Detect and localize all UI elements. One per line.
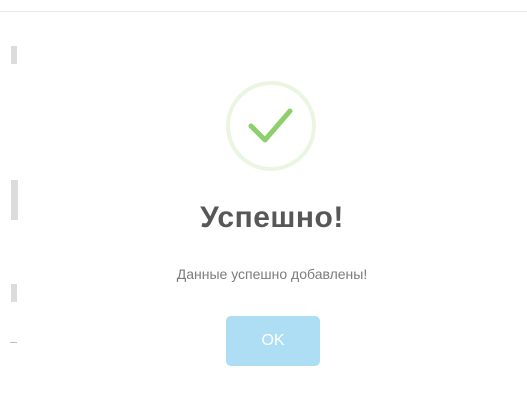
ok-button[interactable]: OK xyxy=(226,316,320,366)
dialog-message: Данные успешно добавлены! xyxy=(176,266,368,282)
success-dialog: Успешно! Данные успешно добавлены! OK xyxy=(0,0,527,403)
dialog-title: Успешно! xyxy=(200,201,344,234)
checkmark-icon xyxy=(226,81,316,171)
checkmark-icon-graphic xyxy=(248,108,293,143)
page: Успешно! Данные успешно добавлены! OK xyxy=(0,0,527,403)
